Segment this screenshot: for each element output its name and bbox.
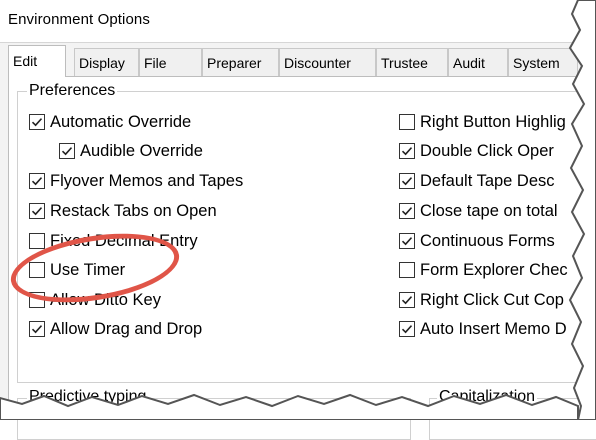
close-tape-on-total-checkbox[interactable]: Close tape on total [399, 200, 558, 222]
checkbox-label: Right Button Highlig [420, 112, 566, 131]
checkbox-box [29, 173, 45, 189]
checkbox-label: Fixed Decimal Entry [50, 231, 198, 250]
checkmark-icon [401, 296, 413, 305]
environment-options-dialog: Environment Options Edit Display File Pr… [0, 0, 596, 440]
tab-audit[interactable]: Audit [448, 48, 508, 76]
checkbox-label: Allow Ditto Key [50, 290, 161, 309]
checkbox-label: Double Click Oper [420, 141, 554, 160]
checkbox-box [399, 233, 415, 249]
checkmark-icon [401, 177, 413, 186]
checkbox-label: Audible Override [80, 141, 203, 160]
continuous-forms-checkbox[interactable]: Continuous Forms [399, 230, 555, 252]
tab-display[interactable]: Display [74, 48, 139, 76]
form-explorer-check-checkbox[interactable]: Form Explorer Chec [399, 259, 568, 281]
checkmark-icon [401, 325, 413, 334]
double-click-open-checkbox[interactable]: Double Click Oper [399, 140, 554, 162]
checkbox-box [59, 143, 75, 159]
window-title: Environment Options [8, 11, 150, 28]
preferences-group-label: Preferences [27, 82, 118, 100]
edit-tab-panel: Preferences Automatic Override Audible O… [8, 76, 596, 440]
checkbox-label: Auto Insert Memo D [420, 319, 567, 338]
capitalization-label: Capitalization [437, 388, 538, 406]
checkbox-box [29, 114, 45, 130]
use-timer-checkbox[interactable]: Use Timer [29, 259, 125, 281]
checkmark-icon [401, 237, 413, 246]
tab-system[interactable]: System [508, 48, 578, 76]
tab-discounter[interactable]: Discounter [279, 48, 376, 76]
checkmark-icon [31, 118, 43, 127]
checkbox-box [29, 292, 45, 308]
checkbox-box [29, 262, 45, 278]
right-click-cut-copy-checkbox[interactable]: Right Click Cut Cop [399, 289, 564, 311]
checkbox-label: Restack Tabs on Open [50, 201, 217, 220]
checkbox-box [399, 173, 415, 189]
checkbox-label: Continuous Forms [420, 231, 555, 250]
allow-ditto-key-checkbox[interactable]: Allow Ditto Key [29, 289, 161, 311]
checkmark-icon [401, 147, 413, 156]
automatic-override-checkbox[interactable]: Automatic Override [29, 111, 191, 133]
checkbox-box [399, 114, 415, 130]
predictive-typing-label: Predictive typing [27, 388, 149, 406]
checkmark-icon [61, 147, 73, 156]
checkbox-label: Allow Drag and Drop [50, 319, 203, 338]
checkbox-box [29, 233, 45, 249]
checkbox-label: Default Tape Desc [420, 171, 555, 190]
checkbox-box [399, 321, 415, 337]
checkbox-label: Close tape on total [420, 201, 558, 220]
checkbox-box [29, 321, 45, 337]
checkmark-icon [401, 207, 413, 216]
checkbox-box [399, 262, 415, 278]
tab-strip: Edit Display File Preparer Discounter Tr… [8, 45, 596, 77]
checkbox-box [399, 143, 415, 159]
default-tape-description-checkbox[interactable]: Default Tape Desc [399, 170, 555, 192]
allow-drag-and-drop-checkbox[interactable]: Allow Drag and Drop [29, 318, 202, 340]
checkmark-icon [31, 177, 43, 186]
checkbox-label: Flyover Memos and Tapes [50, 171, 244, 190]
title-bar[interactable]: Environment Options [0, 0, 596, 43]
auto-insert-memo-checkbox[interactable]: Auto Insert Memo D [399, 318, 567, 340]
audible-override-checkbox[interactable]: Audible Override [59, 140, 203, 162]
right-button-highlight-checkbox[interactable]: Right Button Highlig [399, 111, 566, 133]
checkbox-box [399, 292, 415, 308]
restack-tabs-checkbox[interactable]: Restack Tabs on Open [29, 200, 217, 222]
checkmark-icon [31, 325, 43, 334]
tab-file[interactable]: File [139, 48, 202, 76]
checkbox-label: Form Explorer Chec [420, 260, 568, 279]
checkbox-box [29, 203, 45, 219]
checkbox-label: Use Timer [50, 260, 126, 279]
checkmark-icon [31, 207, 43, 216]
checkbox-label: Automatic Override [50, 112, 192, 131]
tab-edit[interactable]: Edit [8, 45, 66, 77]
tab-trustee[interactable]: Trustee [376, 48, 448, 76]
checkbox-box [399, 203, 415, 219]
fixed-decimal-entry-checkbox[interactable]: Fixed Decimal Entry [29, 230, 198, 252]
flyover-memos-checkbox[interactable]: Flyover Memos and Tapes [29, 170, 243, 192]
checkbox-label: Right Click Cut Cop [420, 290, 564, 309]
tab-preparer[interactable]: Preparer [202, 48, 279, 76]
